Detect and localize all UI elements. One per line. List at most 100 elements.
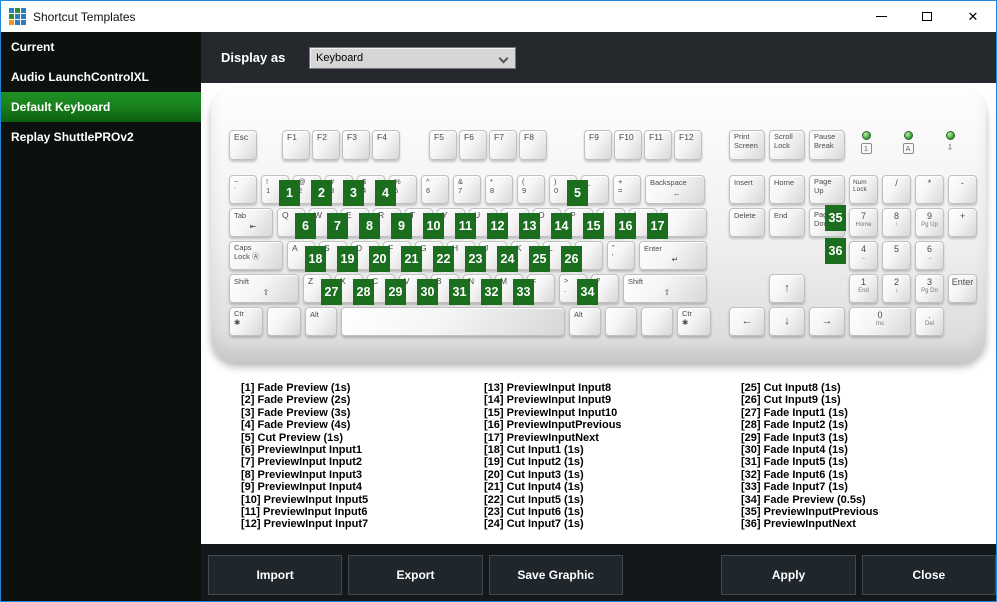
shortcut-entry: [19] Cut Input2 (1s) <box>484 456 584 469</box>
minimize-button[interactable] <box>858 1 904 32</box>
key-8: * 8 <box>485 175 513 204</box>
key-f10: F10 <box>614 130 642 160</box>
shortcut-number-badge: 36 <box>825 238 846 264</box>
apply-button[interactable]: Apply <box>721 555 856 595</box>
key-esc: Esc <box>229 130 257 160</box>
key-f3: F3 <box>342 130 370 160</box>
key-tab: Tab ⇤ <box>229 208 273 237</box>
sidebar-item-default-keyboard[interactable]: Default Keyboard <box>1 92 201 122</box>
key-page-up: Page Up 35 <box>809 175 846 231</box>
led-dot-icon <box>945 131 955 140</box>
key-shift-left: Shift ⇧ <box>229 274 299 303</box>
shortcut-entry: [16] PreviewInputPrevious <box>484 419 622 432</box>
shortcut-entry: [8] PreviewInput Input3 <box>241 468 363 481</box>
key-numpad-8: 8 ↑ <box>882 208 911 237</box>
shortcut-number-badge: 31 <box>449 279 470 305</box>
key-win <box>267 307 301 336</box>
key-numpad-0: 0 Ins <box>849 307 911 336</box>
keyboard-row: Tab⇤Q6W7E8R9T10Y11U12I13O14P15{[16}]17 <box>229 208 711 239</box>
shortcut-column: [13] PreviewInput Input8 [14] PreviewInpu… <box>484 382 741 531</box>
maximize-button[interactable] <box>904 1 950 32</box>
key-a: A 18 <box>287 241 326 272</box>
shortcut-number-badge: 26 <box>561 246 582 272</box>
key-home: Home <box>769 175 805 204</box>
chevron-down-icon <box>498 53 509 63</box>
key-numpad-subtract: - <box>948 175 977 204</box>
keyboard-row: CapsLock ⒶA18S19D20F21G22H23J24K25L26:;"… <box>229 241 711 272</box>
key-7: & 7 <box>453 175 481 204</box>
key-f1: F1 <box>282 130 310 160</box>
keyboard-row: Shift⇧Z27X28C29V30B31N32M33<,>.34?/Shift… <box>229 274 711 305</box>
template-preview-area: Esc F1 F2 F3 F4 F5 F6 F7 F8 F9 F10 F11 F12 Print S… <box>201 83 996 544</box>
shortcut-number-badge: 2 <box>311 180 332 206</box>
key-period: >. 34 <box>559 274 598 305</box>
shortcut-number-badge: 18 <box>305 246 326 272</box>
shortcut-number-badge: 34 <box>577 279 598 305</box>
sidebar-item-audio-launchcontrolxl[interactable]: Audio LaunchControlXL <box>1 62 201 92</box>
keyboard-numpad: Num Lock / * - 7 Home 8 ↑ 9 Pg Up +4 ← 5 6 → 1 End 2 ↓ 3 Pg D… <box>849 175 977 336</box>
save-graphic-button[interactable]: Save Graphic <box>488 555 623 595</box>
shortcut-entry: [15] PreviewInput Input10 <box>484 406 618 419</box>
key-f5: F5 <box>429 130 457 160</box>
shortcut-number-badge: 16 <box>615 213 636 239</box>
key-quote: " ' <box>607 241 635 270</box>
shortcut-number-badge: 21 <box>401 246 422 272</box>
caps-lock-led: A <box>898 131 918 154</box>
key-arrow-left: ← <box>729 307 765 336</box>
key-arrow-down: ↓ <box>769 307 805 336</box>
shortcut-entry: [6] PreviewInput Input1 <box>241 444 363 457</box>
close-button[interactable]: ✕ <box>950 1 996 32</box>
logo-square <box>21 8 26 13</box>
key-backquote: ~ ` <box>229 175 257 204</box>
key-equals: + = <box>613 175 641 204</box>
shortcut-number-badge: 24 <box>497 246 518 272</box>
key-f11: F11 <box>644 130 672 160</box>
shortcut-entry: [20] Cut Input3 (1s) <box>484 468 584 481</box>
key-numpad-9: 9 Pg Up <box>915 208 944 237</box>
footer-button-bar: Import Export Save Graphic Apply Close <box>201 544 996 601</box>
key-f9: F9 <box>584 130 612 160</box>
shortcut-number-badge: 29 <box>385 279 406 305</box>
key-num-lock: Num Lock <box>849 175 878 204</box>
shortcut-templates-window: Shortcut Templates ✕ Current Audio Launch… <box>0 0 997 602</box>
key-end: End <box>769 208 805 237</box>
shortcut-entry: [9] PreviewInput Input4 <box>241 481 363 494</box>
shortcut-assignments-list: [1] Fade Preview (1s) [2] Fade Preview (2… <box>241 382 984 531</box>
logo-square <box>15 8 20 13</box>
sidebar-item-replay-shuttleprov2[interactable]: Replay ShuttlePROv2 <box>1 122 201 152</box>
key-delete: Delete <box>729 208 765 237</box>
import-button[interactable]: Import <box>208 555 343 595</box>
key-numpad-add: + <box>948 208 977 237</box>
shortcut-number-badge: 17 <box>647 213 668 239</box>
shortcut-number-badge: 10 <box>423 213 444 239</box>
shortcut-number-badge: 15 <box>583 213 604 239</box>
shortcut-entry: [7] PreviewInput Input2 <box>241 456 363 469</box>
display-as-value: Keyboard <box>316 51 364 64</box>
key-9: (9 <box>517 175 545 204</box>
key-numpad-4: 4 ← <box>849 241 878 270</box>
display-as-dropdown[interactable]: Keyboard <box>309 46 516 69</box>
shortcut-number-badge: 4 <box>375 180 396 206</box>
key-numpad-3: 3 Pg Dn <box>915 274 944 303</box>
led-dot-icon <box>861 131 871 140</box>
led-symbol-icon: 1 <box>860 143 872 154</box>
key-blank-2 <box>641 307 673 336</box>
shortcut-entry: [23] Cut Input6 (1s) <box>484 506 584 519</box>
key-numpad-decimal: . Del <box>915 307 944 336</box>
close-button[interactable]: Close <box>861 555 996 595</box>
key-scroll-lock: Scroll Lock <box>769 130 805 160</box>
shortcut-entry: [12] PreviewInput Input7 <box>241 518 369 531</box>
keyboard-row: ~`!11@22#33$44%5^6&7*8(9)05_-+=Backspace… <box>229 175 711 206</box>
key-f7: F7 <box>489 130 517 160</box>
key-numpad-multiply: * <box>915 175 944 204</box>
window-title: Shortcut Templates <box>33 9 136 24</box>
title-bar: Shortcut Templates ✕ <box>1 1 996 32</box>
export-button[interactable]: Export <box>348 555 483 595</box>
shortcut-entry: [29] Fade Input3 (1s) <box>741 431 848 444</box>
shortcut-number-badge: 23 <box>465 246 486 272</box>
key-arrow-up: ↑ <box>769 274 805 303</box>
key-numpad-divide: / <box>882 175 911 204</box>
minimize-icon <box>875 16 887 17</box>
sidebar-item-current[interactable]: Current <box>1 32 201 62</box>
keyboard-main-block: ~`!11@22#33$44%5^6&7*8(9)05_-+=Backspace… <box>229 175 711 340</box>
